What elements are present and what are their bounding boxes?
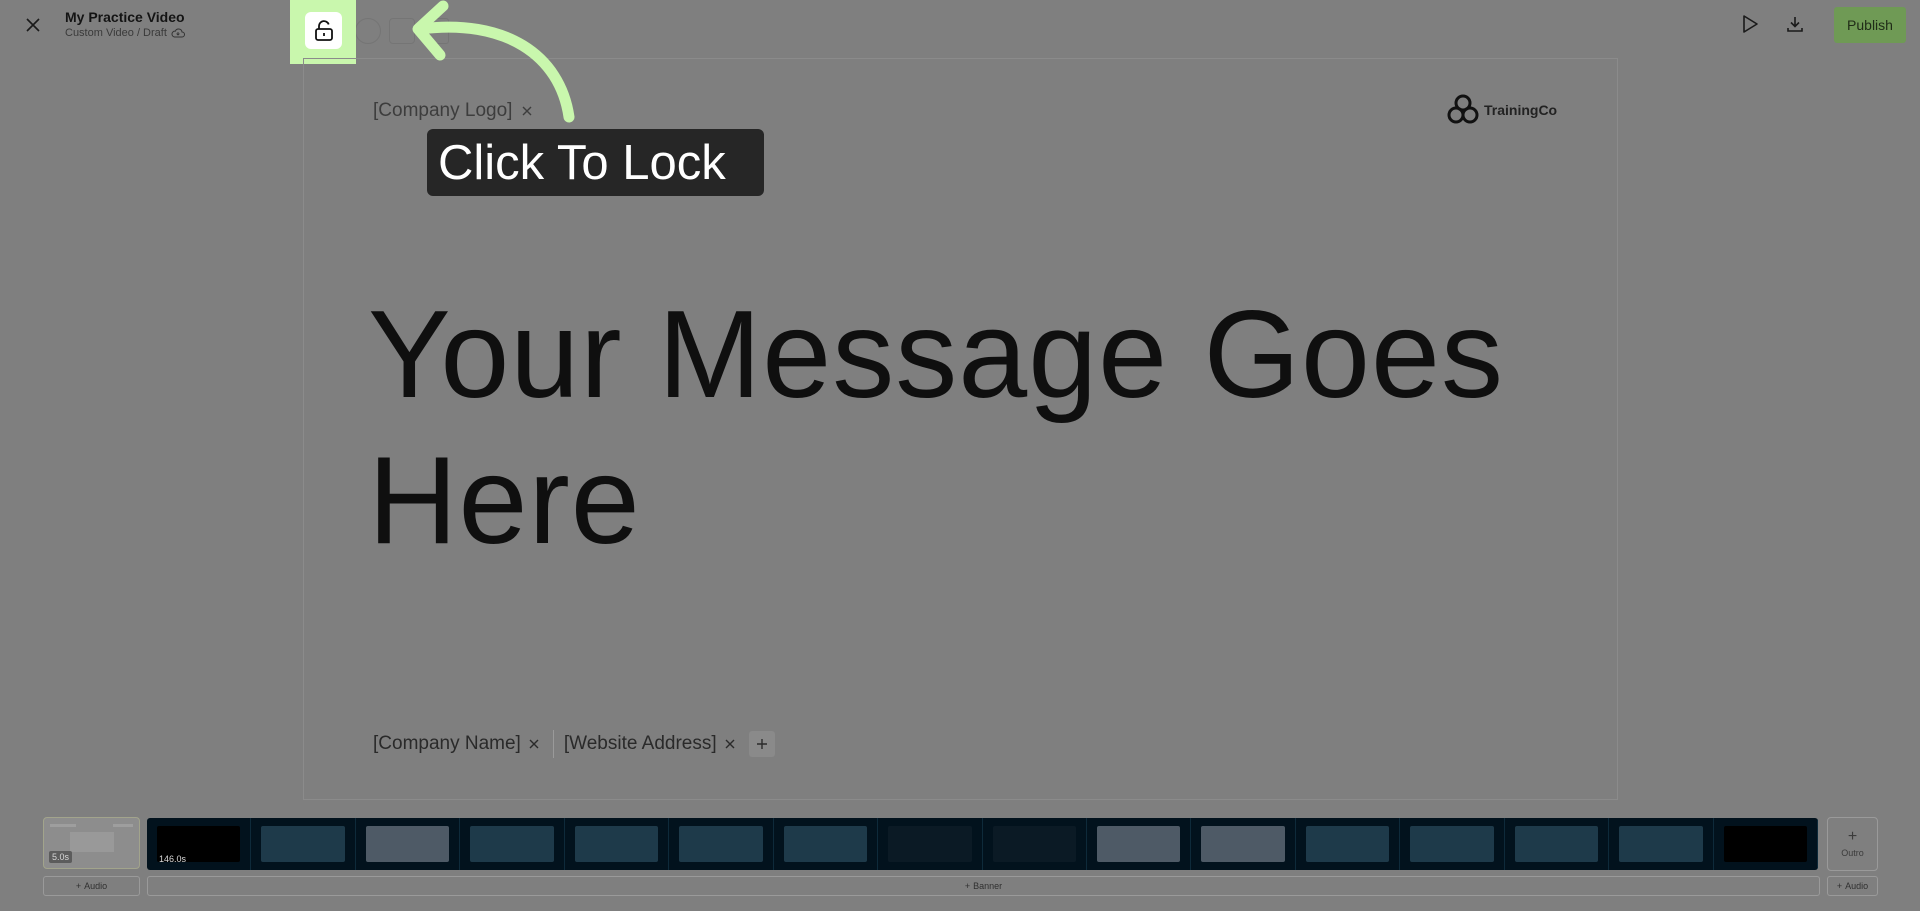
add-outro-button[interactable]: + Outro: [1827, 817, 1878, 871]
project-status: Custom Video / Draft: [65, 27, 167, 39]
frame-thumb: [679, 826, 763, 862]
strip-frame: [1714, 818, 1818, 870]
circle-tool-icon[interactable]: [355, 18, 381, 44]
frame-thumb: [992, 826, 1076, 862]
brand-logo[interactable]: TrainingCo: [1446, 93, 1557, 127]
frame-thumb: [470, 826, 554, 862]
frame-thumb: [1514, 826, 1599, 862]
frame-thumb: [1723, 826, 1807, 862]
top-bar: My Practice Video Custom Video / Draft P…: [0, 0, 1920, 64]
main-scene-strip[interactable]: 146.0s: [147, 818, 1818, 870]
remove-company-name-icon[interactable]: [529, 739, 539, 749]
frame-thumb: [1096, 826, 1181, 862]
add-field-button[interactable]: [748, 731, 775, 757]
strip-frame: [1505, 818, 1610, 870]
trainingco-logo-icon: [1447, 94, 1479, 124]
download-icon: [1787, 17, 1803, 32]
publish-button[interactable]: Publish: [1834, 7, 1906, 43]
play-icon: [1743, 15, 1758, 33]
thumb-content: [70, 832, 114, 852]
audio-label: Audio: [1845, 881, 1869, 891]
footer-fields: [Company Name] [Website Address]: [373, 730, 775, 758]
add-banner-button[interactable]: + Banner: [147, 876, 1820, 896]
strip-frame: [1609, 818, 1714, 870]
outro-label: Outro: [1841, 848, 1864, 858]
timeline: 5.0s 146.0s + Outro + Audio + Banner + A…: [0, 812, 1920, 911]
brand-name: TrainingCo: [1484, 102, 1558, 118]
frame-thumb: [888, 826, 972, 862]
thumb-bar: [113, 824, 133, 827]
frame-thumb: [1305, 826, 1390, 862]
website-address-text: [Website Address]: [563, 733, 717, 754]
thumb-bar: [50, 824, 76, 827]
intro-duration-badge: 5.0s: [49, 851, 73, 863]
project-subtitle: Custom Video / Draft: [65, 27, 185, 39]
frame-thumb: [261, 826, 345, 862]
strip-frame: [878, 818, 983, 870]
project-title[interactable]: My Practice Video: [65, 9, 185, 25]
unlock-icon: [314, 19, 333, 41]
website-address-field[interactable]: [Website Address]: [564, 733, 735, 755]
audio-label: Audio: [84, 881, 108, 891]
frame-thumb: [1619, 826, 1703, 862]
frame-thumb: [1410, 826, 1494, 862]
company-name-text: [Company Name]: [373, 733, 521, 754]
cloud-sync-icon: [171, 28, 185, 38]
headline-text[interactable]: Your Message Goes Here: [368, 282, 1568, 574]
remove-website-icon[interactable]: [725, 739, 735, 749]
field-divider: [552, 730, 554, 758]
strip-frame: [774, 818, 879, 870]
close-button[interactable]: [20, 12, 46, 38]
strip-frame: [669, 818, 774, 870]
frame-thumb: [783, 826, 868, 862]
curved-arrow-icon: [412, 0, 575, 123]
strip-frame: [1191, 818, 1296, 870]
tooltip-text: Click To Lock: [438, 135, 726, 190]
plus-icon: +: [964, 881, 971, 891]
add-audio-button-left[interactable]: + Audio: [43, 876, 140, 896]
lock-button[interactable]: [305, 12, 342, 49]
strip-frame: [251, 818, 356, 870]
main-duration-badge: 146.0s: [159, 854, 187, 864]
strip-frame: [356, 818, 461, 870]
plus-icon: +: [1847, 828, 1858, 845]
add-audio-button-right[interactable]: + Audio: [1827, 876, 1878, 896]
download-button[interactable]: [1782, 11, 1808, 37]
tooltip: Click To Lock: [427, 129, 764, 196]
frame-thumb: [574, 826, 659, 862]
strip-frame: [1400, 818, 1505, 870]
strip-frame: [1087, 818, 1192, 870]
strip-frame: [1296, 818, 1401, 870]
strip-frame: [460, 818, 565, 870]
company-name-field[interactable]: [Company Name]: [373, 733, 539, 755]
close-icon: [26, 18, 40, 32]
plus-icon: [756, 739, 767, 749]
frame-thumb: [1201, 826, 1285, 862]
preview-button[interactable]: [1737, 11, 1763, 37]
banner-label: Banner: [973, 881, 1003, 891]
project-title-block: My Practice Video Custom Video / Draft: [65, 9, 185, 39]
strip-frame: [983, 818, 1087, 870]
plus-icon: +: [1836, 881, 1843, 891]
strip-frame: [565, 818, 670, 870]
frame-thumb: [365, 826, 450, 862]
intro-scene-thumbnail[interactable]: 5.0s: [43, 817, 140, 869]
plus-icon: +: [75, 881, 82, 891]
